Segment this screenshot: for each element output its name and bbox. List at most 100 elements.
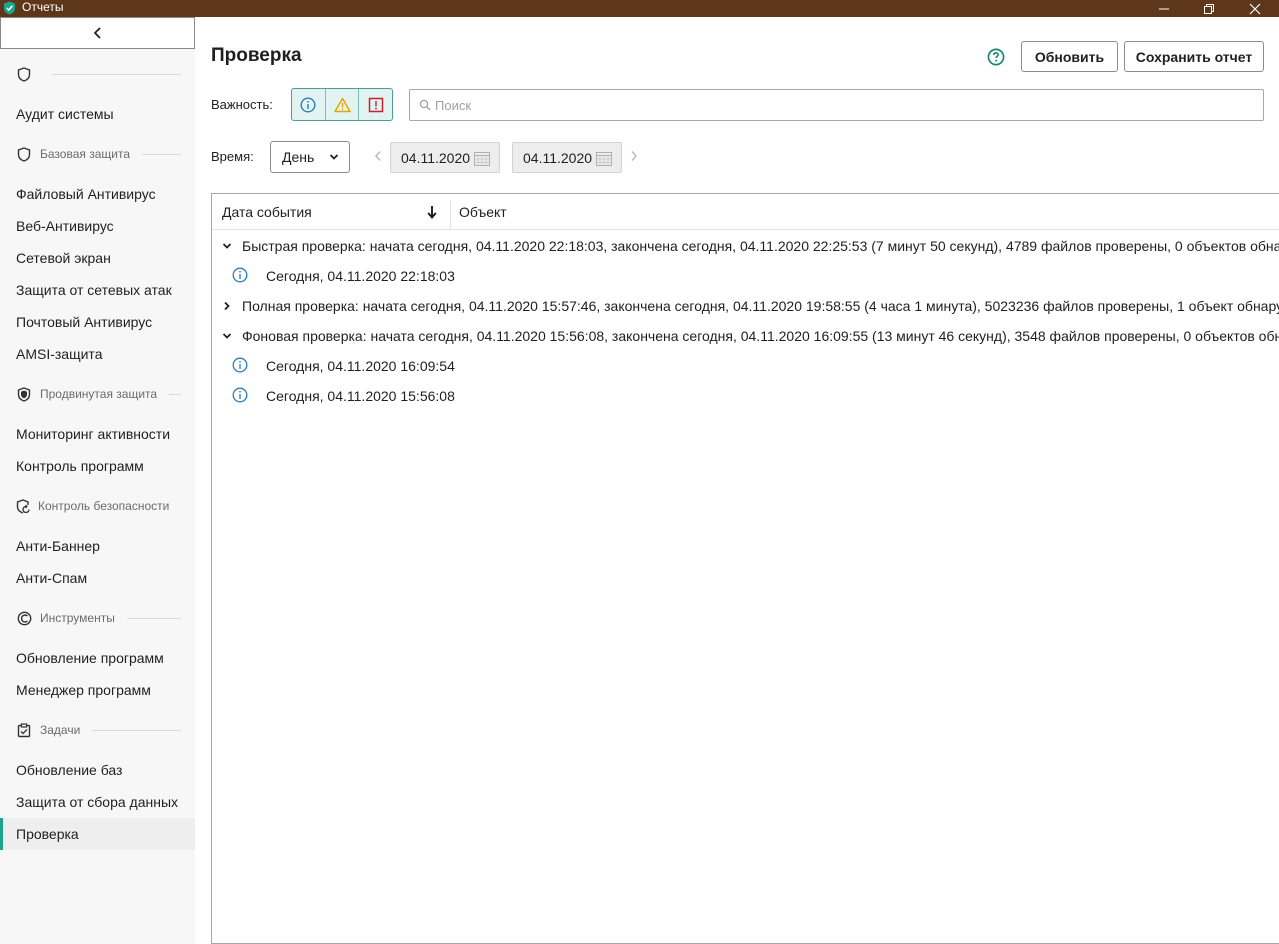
minimize-button[interactable] — [1149, 0, 1179, 17]
sidebar-item-activity-monitor[interactable]: Мониторинг активности — [0, 418, 195, 450]
severity-warning-toggle[interactable] — [326, 89, 360, 120]
restore-button[interactable] — [1194, 0, 1224, 17]
tools-icon — [17, 611, 31, 625]
sidebar-item-scan[interactable]: Проверка — [0, 818, 195, 850]
chevron-down-icon — [222, 333, 232, 339]
prev-period-button[interactable] — [372, 148, 384, 164]
sidebar-group-advanced-protection: Продвинутая защита — [16, 382, 181, 406]
severity-info-toggle[interactable] — [292, 89, 326, 120]
severity-label: Важность: — [211, 97, 273, 112]
sidebar-group-audit — [16, 62, 181, 86]
restore-icon — [1204, 3, 1214, 14]
chevron-down-icon — [222, 243, 232, 249]
shield-icon — [17, 66, 31, 82]
chevron-left-icon — [375, 151, 381, 161]
page-title: Проверка — [211, 45, 302, 66]
date-from-field[interactable]: 04.11.2020 — [390, 142, 500, 173]
shield-icon — [17, 146, 31, 162]
sidebar-item-mail-antivirus[interactable]: Почтовый Антивирус — [0, 306, 195, 338]
save-report-button[interactable]: Сохранить отчет — [1124, 41, 1264, 72]
info-icon — [232, 267, 248, 283]
chevron-left-icon — [93, 27, 101, 39]
severity-critical-toggle[interactable] — [359, 89, 392, 120]
sidebar-item-amsi[interactable]: AMSI-защита — [0, 338, 195, 370]
sidebar-item-anti-spam[interactable]: Анти-Спам — [0, 562, 195, 594]
chevron-right-icon — [631, 151, 637, 161]
warning-icon — [333, 97, 351, 112]
expand-toggle[interactable] — [221, 240, 233, 252]
sidebar-item-data-collection-protection[interactable]: Защита от сбора данных — [0, 786, 195, 818]
calendar-icon[interactable] — [474, 151, 490, 166]
sort-down-icon[interactable] — [426, 205, 438, 219]
scan-group-title: Быстрая проверка: начата сегодня, 04.11.… — [242, 238, 1279, 254]
sidebar-item-firewall[interactable]: Сетевой экран — [0, 242, 195, 274]
sidebar-group-label: Базовая защита — [40, 147, 130, 161]
window-titlebar: Отчеты — [0, 0, 1279, 17]
sidebar-item-application-control[interactable]: Контроль программ — [0, 450, 195, 482]
close-button[interactable] — [1240, 0, 1270, 17]
sidebar-group-label: Задачи — [40, 723, 81, 737]
table-row[interactable]: Сегодня, 04.11.2020 16:09:54 — [212, 351, 1279, 381]
refresh-button[interactable]: Обновить — [1021, 41, 1118, 72]
table-row[interactable]: Полная проверка: начата сегодня, 04.11.2… — [212, 291, 1279, 321]
column-header-event-date[interactable]: Дата события — [222, 194, 312, 230]
sidebar-item-database-update[interactable]: Обновление баз — [0, 754, 195, 786]
severity-filter — [291, 88, 393, 121]
shield-advanced-icon — [17, 386, 31, 402]
critical-icon — [368, 97, 383, 112]
sidebar-item-file-antivirus[interactable]: Файловый Антивирус — [0, 178, 195, 210]
table-row[interactable]: Сегодня, 04.11.2020 22:18:03 — [212, 261, 1279, 291]
minimize-icon — [1159, 8, 1169, 9]
info-icon — [300, 96, 316, 113]
sidebar-group-label: Контроль безопасности — [38, 499, 170, 513]
date-from-value: 04.11.2020 — [401, 149, 471, 166]
info-icon — [232, 387, 248, 403]
date-to-value: 04.11.2020 — [523, 149, 593, 166]
table-row[interactable]: Быстрая проверка: начата сегодня, 04.11.… — [212, 231, 1279, 261]
period-select-value: День — [282, 149, 315, 165]
search-icon — [419, 99, 431, 111]
chevron-right-icon — [224, 301, 230, 311]
sidebar-collapse-button[interactable] — [0, 17, 195, 49]
table-header: Дата события Объект — [212, 194, 1279, 230]
search-input[interactable] — [435, 97, 1235, 113]
sidebar-group-security-control: Контроль безопасности — [16, 494, 181, 518]
event-date: Сегодня, 04.11.2020 15:56:08 — [266, 388, 455, 404]
table-row[interactable]: Сегодня, 04.11.2020 15:56:08 — [212, 381, 1279, 411]
task-icon — [17, 722, 31, 737]
info-icon — [232, 357, 248, 373]
sidebar-item-system-audit[interactable]: Аудит системы — [0, 98, 195, 130]
sidebar-item-web-antivirus[interactable]: Веб-Антивирус — [0, 210, 195, 242]
window-title: Отчеты — [22, 0, 64, 14]
table-row[interactable]: Фоновая проверка: начата сегодня, 04.11.… — [212, 321, 1279, 351]
next-period-button[interactable] — [628, 148, 640, 164]
scan-group-title: Полная проверка: начата сегодня, 04.11.2… — [242, 298, 1279, 314]
scan-group-title: Фоновая проверка: начата сегодня, 04.11.… — [242, 328, 1279, 344]
sidebar-item-program-manager[interactable]: Менеджер программ — [0, 674, 195, 706]
events-table: Дата события Объект Быстрая проверка: на… — [211, 193, 1279, 944]
shield-check-icon — [4, 1, 15, 15]
sidebar-group-tools: Инструменты — [16, 606, 181, 630]
close-icon — [1249, 3, 1261, 14]
chevron-down-icon — [329, 154, 339, 160]
expand-toggle[interactable] — [221, 300, 233, 312]
sidebar-item-program-update[interactable]: Обновление программ — [0, 642, 195, 674]
date-to-field[interactable]: 04.11.2020 — [512, 142, 622, 173]
column-header-object[interactable]: Объект — [459, 194, 507, 230]
event-date: Сегодня, 04.11.2020 16:09:54 — [266, 358, 455, 374]
time-label: Время: — [211, 149, 254, 164]
calendar-icon[interactable] — [596, 151, 612, 166]
sidebar-group-basic-protection: Базовая защита — [16, 142, 181, 166]
help-icon[interactable] — [987, 48, 1005, 66]
expand-toggle[interactable] — [221, 330, 233, 342]
shield-refresh-icon — [16, 498, 30, 514]
sidebar-group-tasks: Задачи — [16, 718, 181, 742]
event-date: Сегодня, 04.11.2020 22:18:03 — [266, 268, 455, 284]
sidebar: Аудит системы Базовая защита Файловый Ан… — [0, 17, 195, 944]
sidebar-item-anti-banner[interactable]: Анти-Баннер — [0, 530, 195, 562]
period-select[interactable]: День — [270, 141, 350, 173]
sidebar-group-label: Инструменты — [40, 611, 115, 625]
search-box — [409, 89, 1264, 121]
sidebar-item-network-attack-blocker[interactable]: Защита от сетевых атак — [0, 274, 195, 306]
sidebar-group-label: Продвинутая защита — [40, 387, 158, 401]
